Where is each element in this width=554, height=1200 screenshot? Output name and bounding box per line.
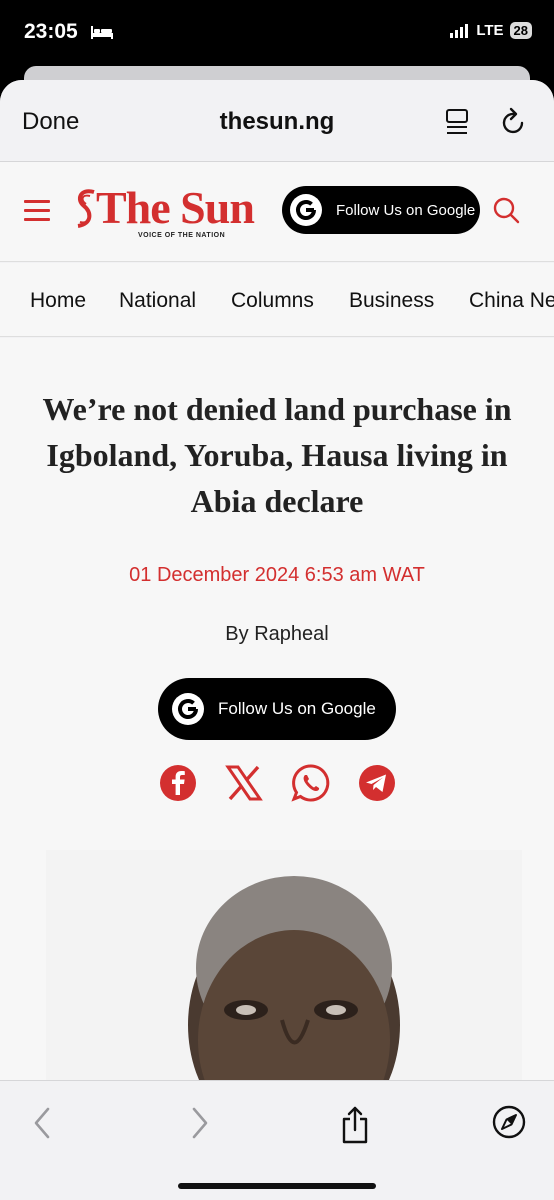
status-time: 23:05 [24, 20, 78, 43]
article: We’re not denied land purchase in Igbola… [0, 338, 554, 1090]
google-icon [290, 194, 322, 226]
share-icon[interactable] [339, 1105, 371, 1145]
follow-google-label: Follow Us on Google [336, 201, 476, 219]
compass-icon[interactable] [492, 1105, 526, 1139]
reader-mode-icon[interactable] [444, 108, 470, 136]
sleep-focus-icon [91, 26, 113, 39]
facebook-icon[interactable] [158, 763, 198, 803]
nav-item-columns[interactable]: Columns [231, 289, 314, 313]
url-display[interactable]: thesun.ng [0, 108, 554, 136]
nav-item-national[interactable]: National [119, 289, 196, 313]
menu-icon[interactable] [24, 200, 50, 222]
browser-toolbar: Done thesun.ng [0, 80, 554, 162]
follow-google-label: Follow Us on Google [218, 699, 376, 718]
nav-item-business[interactable]: Business [349, 289, 434, 313]
follow-google-article-button[interactable]: Follow Us on Google [158, 678, 396, 740]
search-icon[interactable] [492, 196, 520, 224]
article-photo [46, 850, 522, 1090]
article-headline: We’re not denied land purchase in Igbola… [42, 391, 512, 519]
nav-item-home[interactable]: Home [30, 289, 86, 313]
signal-icon [450, 23, 469, 38]
status-bar: 23:05 LTE 28 [0, 0, 554, 66]
safari-view: Done thesun.ng The Sun VOICE OF THE NATI… [0, 80, 554, 1200]
home-indicator [178, 1183, 376, 1189]
x-icon[interactable] [224, 763, 264, 803]
telegram-icon[interactable] [357, 763, 397, 803]
nav-item-china-news[interactable]: China News [469, 289, 554, 313]
google-icon [172, 693, 204, 725]
article-date: 01 December 2024 6:53 am WAT [129, 564, 425, 586]
whatsapp-icon[interactable] [291, 763, 331, 803]
back-icon[interactable] [30, 1105, 54, 1141]
follow-google-header-button[interactable]: Follow Us on Google [282, 186, 480, 234]
site-logo[interactable]: The Sun VOICE OF THE NATION [74, 182, 264, 242]
article-byline: By Rapheal [225, 623, 329, 645]
logo-text: The Sun [96, 182, 255, 233]
network-type: LTE [476, 22, 504, 39]
sun-logo-mark-icon [77, 189, 95, 228]
reload-icon[interactable] [500, 107, 528, 137]
status-indicators: LTE 28 [450, 22, 532, 39]
forward-icon[interactable] [188, 1105, 212, 1141]
battery-indicator: 28 [509, 22, 532, 39]
site-header: The Sun VOICE OF THE NATION Follow Us on… [0, 162, 554, 262]
logo-tagline: VOICE OF THE NATION [138, 232, 226, 239]
browser-bottom-bar [0, 1080, 554, 1200]
section-nav: Home National Columns Business China New… [0, 263, 554, 337]
